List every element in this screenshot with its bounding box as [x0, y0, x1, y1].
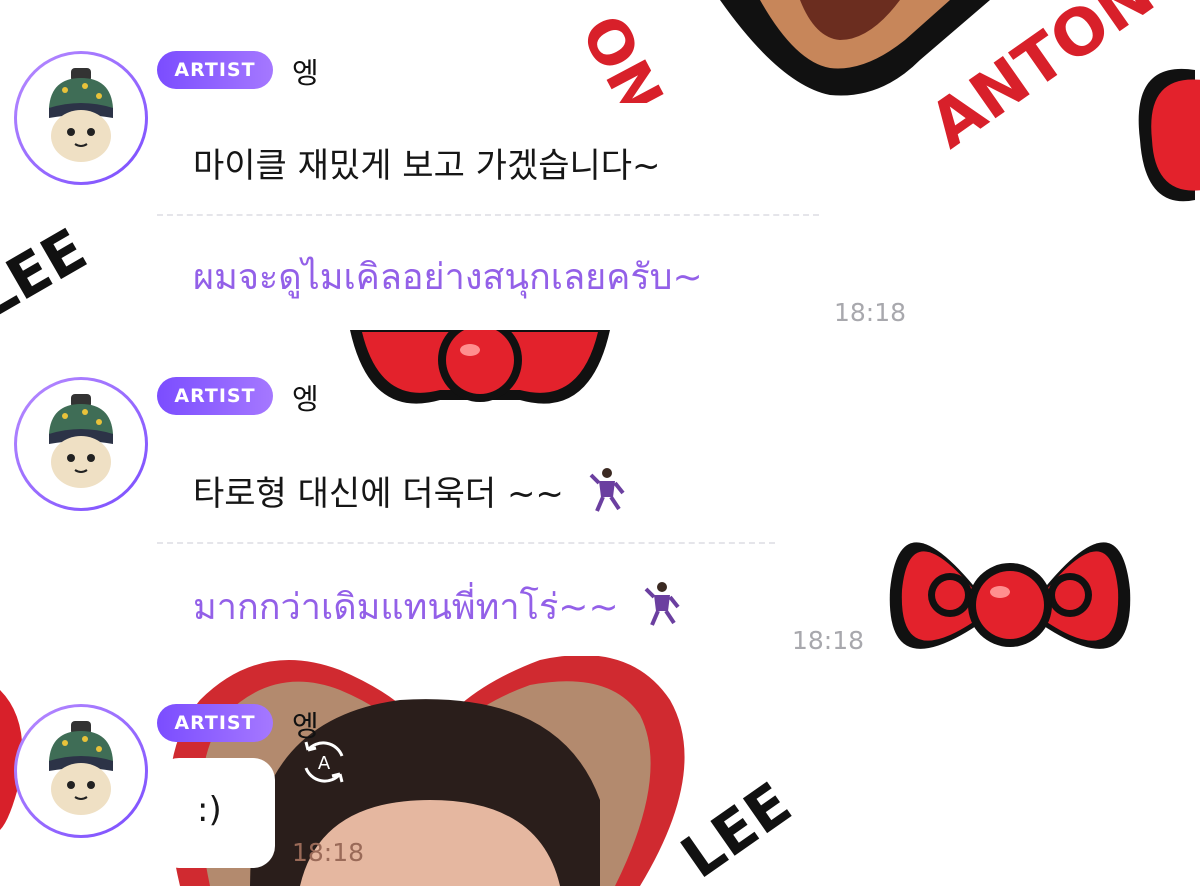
translated-message-text: ผมจะดูไมเคิลอย่างสนุกเลยครับ~	[193, 257, 703, 298]
artist-badge: ARTIST	[157, 377, 273, 415]
plush-doll-avatar-icon	[49, 394, 113, 488]
sender-name[interactable]: 엥	[292, 376, 319, 418]
original-message-text: :)	[197, 790, 222, 830]
message-bubble[interactable]: 마이클 재밌게 보고 가겠습니다~ ผมจะดูไมเคิลอย่างสนุกเ…	[157, 103, 819, 330]
original-message-content: 타로형 대신에 더욱더 ~~	[193, 474, 564, 514]
sender-name[interactable]: 엥	[292, 50, 319, 92]
original-message-text: 타로형 대신에 더욱더 ~~	[193, 466, 627, 515]
chat-message: ARTIST 엥 타로형 대신에 더욱더 ~~ มากกว่าเดิมแทนพี…	[0, 330, 1200, 656]
dancing-man-icon	[589, 468, 625, 512]
artist-badge: ARTIST	[157, 51, 273, 89]
original-message-text: 마이클 재밌게 보고 가겠습니다~	[193, 146, 661, 186]
message-bubble[interactable]: 타로형 대신에 더욱더 ~~ มากกว่าเดิมแทนพี่ทาโร่~~	[157, 428, 775, 656]
translated-message-content: มากกว่าเดิมแทนพี่ทาโร่~~	[193, 587, 619, 628]
translated-message-text: มากกว่าเดิมแทนพี่ทาโร่~~	[193, 578, 682, 635]
chat-message: ARTIST 엥 마이클 재밌게 보고 가겠습니다~ ผมจะดูไมเคิลอ…	[0, 0, 1200, 330]
auto-translate-icon[interactable]: A	[298, 736, 350, 788]
chat-message: ARTIST 엥 :) A 18:18	[0, 656, 1200, 886]
avatar[interactable]	[14, 377, 148, 511]
message-time: 18:18	[292, 838, 365, 867]
avatar[interactable]	[14, 51, 148, 185]
message-time: 18:18	[792, 626, 865, 655]
message-bubble[interactable]: :)	[157, 758, 275, 868]
translation-divider	[157, 542, 775, 544]
translation-divider	[157, 214, 819, 216]
message-time: 18:18	[834, 298, 907, 327]
plush-doll-avatar-icon	[49, 721, 113, 815]
artist-badge: ARTIST	[157, 704, 273, 742]
avatar[interactable]	[14, 704, 148, 838]
dancing-man-icon	[644, 582, 680, 626]
plush-doll-avatar-icon	[49, 68, 113, 162]
svg-text:A: A	[318, 753, 331, 774]
